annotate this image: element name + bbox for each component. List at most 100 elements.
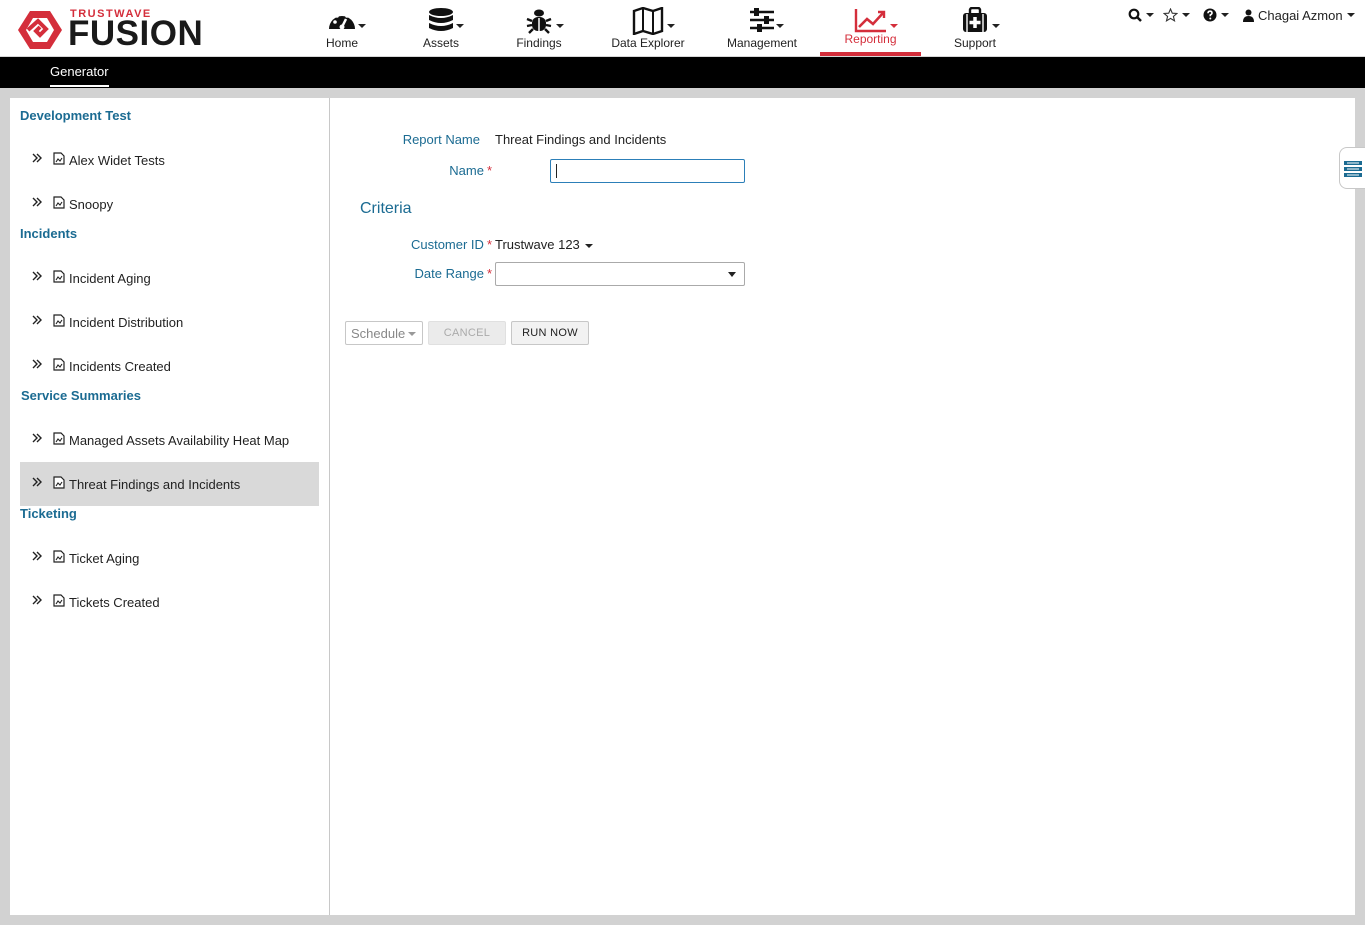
tab-generator[interactable]: Generator [50, 64, 109, 87]
report-form-panel: Report Name Threat Findings and Incident… [330, 98, 1355, 915]
double-chevron-right-icon [32, 595, 42, 605]
user-name: Chagai Azmon [1258, 7, 1343, 23]
tree-item-incidents-created[interactable]: Incidents Created [20, 344, 319, 388]
nav-home-label: Home [325, 36, 358, 50]
double-chevron-right-icon [32, 359, 42, 369]
search-icon [1128, 8, 1142, 22]
double-chevron-right-icon [32, 433, 42, 443]
favorites-menu[interactable] [1163, 6, 1190, 24]
chevron-down-icon [358, 24, 366, 28]
customer-id-dropdown[interactable]: Trustwave 123 [495, 237, 593, 252]
report-file-icon [53, 314, 65, 327]
chevron-down-icon [584, 243, 593, 248]
report-tree-panel: Development Test Alex Widet Tests Snoopy… [10, 98, 330, 915]
group-title-service-summaries: Service Summaries [21, 388, 141, 403]
tree-item-label: Ticket Aging [69, 551, 140, 566]
nav-findings[interactable]: Findings [508, 0, 570, 56]
nav-management[interactable]: Management [722, 0, 802, 56]
brand-main-text: FUSION [68, 14, 204, 53]
star-icon [1163, 8, 1178, 22]
top-bar: TRUSTWAVE FUSION Home Assets Findings Da… [0, 0, 1365, 57]
customer-id-label-text: Customer ID [410, 237, 484, 252]
schedule-button-label: Schedule [351, 325, 406, 341]
tree-item-ticket-aging[interactable]: Ticket Aging [20, 536, 319, 580]
nav-home[interactable]: Home [312, 0, 372, 56]
nav-assets-label: Assets [422, 36, 459, 50]
chevron-down-icon [667, 24, 675, 28]
database-icon [427, 7, 455, 37]
tree-item-snoopy[interactable]: Snoopy [20, 182, 319, 226]
nav-findings-label: Findings [516, 36, 562, 50]
chevron-down-icon [1182, 13, 1190, 17]
group-title-ticketing: Ticketing [20, 506, 77, 521]
run-now-button[interactable]: RUN NOW [511, 321, 589, 345]
report-file-icon [53, 476, 65, 489]
required-mark: * [486, 237, 492, 252]
tree-item-incident-aging[interactable]: Incident Aging [20, 256, 319, 300]
date-range-select[interactable] [495, 262, 745, 286]
chevron-down-icon [728, 272, 736, 277]
side-panel-toggle[interactable] [1339, 147, 1365, 189]
text-cursor [556, 164, 557, 178]
help-menu[interactable] [1203, 6, 1229, 24]
tree-item-threat-findings-and-incidents[interactable]: Threat Findings and Incidents [20, 462, 319, 506]
date-range-label: Date Range * [370, 266, 492, 281]
nav-data-explorer-label: Data Explorer [611, 36, 685, 50]
tree-item-label: Incident Distribution [69, 315, 184, 330]
double-chevron-right-icon [32, 197, 42, 207]
trustwave-fusion-logo[interactable]: TRUSTWAVE FUSION [16, 7, 206, 53]
nav-management-label: Management [726, 36, 798, 50]
tree-item-tickets-created[interactable]: Tickets Created [20, 580, 319, 624]
report-name-value: Threat Findings and Incidents [495, 132, 667, 147]
bug-icon [525, 7, 553, 37]
cancel-button[interactable]: CANCEL [428, 321, 506, 345]
map-icon [632, 7, 664, 37]
tree-item-alex-widet-tests[interactable]: Alex Widet Tests [20, 138, 319, 182]
nav-data-explorer[interactable]: Data Explorer [605, 0, 691, 56]
schedule-button[interactable]: Schedule [345, 321, 423, 345]
tree-item-incident-distribution[interactable]: Incident Distribution [20, 300, 319, 344]
tree-item-label: Managed Assets Availability Heat Map [69, 433, 290, 448]
report-file-icon [53, 550, 65, 563]
double-chevron-right-icon [32, 477, 42, 487]
chevron-down-icon [456, 24, 464, 28]
search-menu[interactable] [1128, 6, 1154, 24]
chevron-down-icon [776, 24, 784, 28]
report-file-icon [53, 432, 65, 445]
report-file-icon [53, 196, 65, 209]
user-menu[interactable]: Chagai Azmon [1243, 6, 1355, 24]
help-icon [1203, 8, 1217, 22]
report-file-icon [53, 594, 65, 607]
tree-item-label: Incident Aging [69, 271, 151, 286]
name-label: Name * [370, 163, 492, 178]
required-mark: * [486, 266, 492, 281]
dashboard-icon [327, 7, 357, 37]
date-range-label-text: Date Range [414, 266, 484, 281]
tree-item-label: Incidents Created [69, 359, 171, 374]
criteria-heading: Criteria [360, 200, 412, 217]
group-title-development-test: Development Test [20, 108, 132, 123]
tree-item-label: Alex Widet Tests [69, 153, 165, 168]
nav-support-label: Support [953, 36, 997, 50]
report-file-icon [53, 358, 65, 371]
report-file-icon [53, 152, 65, 165]
chevron-down-icon [1221, 13, 1229, 17]
double-chevron-right-icon [32, 551, 42, 561]
tree-item-label: Tickets Created [69, 595, 160, 610]
name-label-text: Name [449, 163, 484, 178]
customer-id-label: Customer ID * [370, 237, 492, 252]
chevron-down-icon [1146, 13, 1154, 17]
sliders-icon [748, 7, 776, 37]
medkit-icon [961, 7, 989, 37]
nav-assets[interactable]: Assets [412, 0, 470, 56]
nav-reporting[interactable]: Reporting [820, 0, 921, 56]
tree-item-managed-assets-availability-heat-map[interactable]: Managed Assets Availability Heat Map [20, 418, 319, 462]
name-input[interactable] [550, 159, 745, 183]
chevron-down-icon [992, 24, 1000, 28]
user-icon [1243, 9, 1254, 22]
nav-support[interactable]: Support [946, 0, 1004, 56]
chevron-down-icon [556, 24, 564, 28]
group-title-incidents: Incidents [20, 226, 78, 241]
tree-item-label: Threat Findings and Incidents [69, 477, 241, 492]
sub-nav-bar: Generator [0, 57, 1365, 88]
